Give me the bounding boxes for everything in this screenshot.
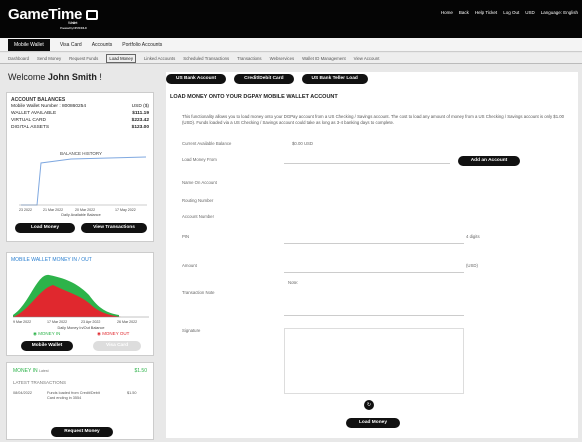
transaction-note-label: Transaction Note <box>182 290 215 295</box>
latest-transactions-panel: MONEY IN Latest $1.50 LATEST TRANSACTION… <box>6 362 154 440</box>
load-from-select[interactable] <box>284 156 450 164</box>
nav-back[interactable]: Back <box>459 10 469 15</box>
subnav-load[interactable]: Load Money <box>106 53 136 63</box>
name-on-account-label: Name On Account <box>182 180 217 185</box>
money-in-value: $1.50 <box>134 368 147 374</box>
nav-home[interactable]: Home <box>441 10 453 15</box>
wallet-icon <box>86 10 98 20</box>
tab-us-bank[interactable]: US Bank Account <box>166 74 227 84</box>
amount-note: Note: <box>288 280 299 285</box>
subnav-linked[interactable]: Linked Accounts <box>144 56 175 61</box>
top-bar: GameTime Wallet Powered by DPWORLD Home … <box>0 0 582 38</box>
user-name: John Smith <box>47 72 97 82</box>
inout-title: MOBILE WALLET MONEY IN / OUT <box>11 257 92 263</box>
load-from-label: Load Money From <box>182 157 217 162</box>
request-money-button[interactable]: Request Money <box>51 427 113 437</box>
balance-row: DIGITAL ASSETS $123.00 <box>11 125 149 130</box>
subnav-send[interactable]: Send Money <box>37 56 61 61</box>
tx-date: 08/04/2022 <box>13 391 33 395</box>
balance-row: VIRTUAL CARD $223.42 <box>11 118 149 123</box>
wallet-number-row: Mobile Wallet Number : 800860254 USD ($) <box>11 104 149 109</box>
tick-label: 17 Mar 2022 <box>47 320 67 324</box>
welcome-text: Welcome John Smith ! <box>8 72 102 82</box>
amount-label: Amount <box>182 263 197 268</box>
form-description: This functionality allows you to load mo… <box>182 114 565 125</box>
tick-label: 26 Mar 2022 <box>117 320 137 324</box>
tx-amount: $1.50 <box>127 391 137 395</box>
subnav-dashboard[interactable]: Dashboard <box>8 56 29 61</box>
current-balance-label: Current Available Balance <box>182 141 232 146</box>
pin-hint: 4 digits <box>466 234 480 239</box>
sub-nav: Dashboard Send Money Request Funds Load … <box>0 53 582 64</box>
routing-label: Routing Number <box>182 198 214 203</box>
tab-credit-debit[interactable]: Credit/Debit Card <box>234 74 294 84</box>
money-in-label: MONEY IN Latest <box>13 368 49 374</box>
balance-history-chart: BALANCE HISTORY 23 2022 21 Mar 2022 20 M… <box>19 151 147 217</box>
x-axis-label: Daily Money In/Out Balance <box>57 326 104 330</box>
logo[interactable]: GameTime Wallet Powered by DPWORLD <box>8 6 98 30</box>
signature-label: Signature <box>182 328 201 333</box>
amount-unit: (USD) <box>466 263 478 268</box>
money-in-out-chart: 9 Mar 2022 17 Mar 2022 23 Apr 2022 26 Ma… <box>13 274 149 330</box>
form-heading: LOAD MONEY ONTO YOUR DGPAY MOBILE WALLET… <box>170 94 338 100</box>
load-money-form: US Bank Account Credit/Debit Card US Ban… <box>166 72 578 438</box>
refresh-icon[interactable]: ↻ <box>364 400 374 410</box>
latest-title: LATEST TRANSACTIONS <box>13 380 67 385</box>
account-number-label: Account Number <box>182 214 215 219</box>
legend-money-in: ◉ MONEY IN <box>33 331 61 336</box>
subnav-wallet-id[interactable]: Wallet ID Management <box>302 56 346 61</box>
add-account-button[interactable]: Add an Account <box>458 156 520 166</box>
signature-pad[interactable] <box>284 328 464 394</box>
account-balances-panel: ACCOUNT BALANCES Mobile Wallet Number : … <box>6 92 154 242</box>
tab-mobile-wallet[interactable]: Mobile Wallet <box>8 38 50 51</box>
tab-visa-card[interactable]: Visa Card <box>60 42 82 48</box>
currency-select[interactable]: USD <box>525 10 535 15</box>
brand-sub: Wallet <box>68 20 78 25</box>
tx-desc: Funds loaded from Credit/Debit Card endi… <box>47 391 100 400</box>
nav-help[interactable]: Help Ticket <box>475 10 497 15</box>
tick-label: 23 2022 <box>19 208 32 212</box>
subnav-scheduled[interactable]: Scheduled Transactions <box>183 56 229 61</box>
balance-line <box>21 156 147 206</box>
amount-input[interactable] <box>284 265 464 273</box>
tick-label: 21 Mar 2022 <box>43 208 63 212</box>
mobile-wallet-button[interactable]: Mobile Wallet <box>21 341 73 351</box>
top-nav: Home Back Help Ticket Log Out USD Langua… <box>441 10 578 15</box>
tab-teller-load[interactable]: US Bank Teller Load <box>301 74 368 84</box>
tick-label: 20 Mar 2022 <box>75 208 95 212</box>
subnav-webservices[interactable]: Webservices <box>270 56 295 61</box>
balance-row: WALLET AVAILABLE $111.19 <box>11 111 149 116</box>
subnav-view-account[interactable]: View Account <box>354 56 380 61</box>
subnav-transactions[interactable]: Transactions <box>237 56 261 61</box>
language-select[interactable]: Language: English <box>541 10 578 15</box>
powered-by: Powered by DPWORLD <box>60 26 87 30</box>
view-transactions-button[interactable]: View Transactions <box>81 223 147 233</box>
x-axis-label: Daily Available Balance <box>61 213 100 217</box>
legend-money-out: ◉ MONEY OUT <box>97 331 130 336</box>
money-in-out-panel: MOBILE WALLET MONEY IN / OUT 9 Mar 2022 … <box>6 252 154 356</box>
tab-portfolio[interactable]: Portfolio Accounts <box>122 42 162 48</box>
main-tabs: Mobile Wallet Visa Card Accounts Portfol… <box>0 38 582 52</box>
current-balance-value: $0.00 USD <box>292 141 314 146</box>
tab-accounts[interactable]: Accounts <box>92 42 113 48</box>
load-money-button[interactable]: Load Money <box>15 223 75 233</box>
pin-input[interactable] <box>284 236 464 244</box>
tick-label: 23 Apr 2022 <box>81 320 100 324</box>
transaction-note-input[interactable] <box>284 300 464 316</box>
tick-label: 17 May 2022 <box>115 208 136 212</box>
chart-title: BALANCE HISTORY <box>60 151 102 156</box>
load-method-tabs: US Bank Account Credit/Debit Card US Ban… <box>166 74 368 84</box>
pin-label: PIN <box>182 234 190 239</box>
tick-label: 9 Mar 2022 <box>13 320 31 324</box>
nav-logout[interactable]: Log Out <box>503 10 519 15</box>
visa-card-button[interactable]: Visa Card <box>93 341 141 351</box>
subnav-request[interactable]: Request Funds <box>69 56 98 61</box>
load-money-submit[interactable]: Load Money <box>346 418 400 428</box>
